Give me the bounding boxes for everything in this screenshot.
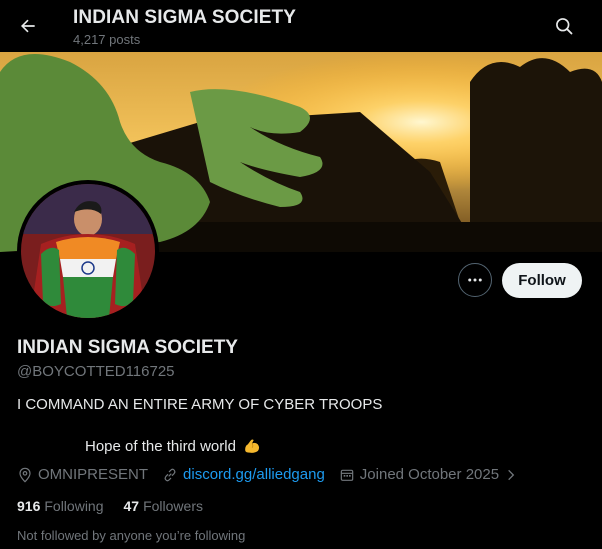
chevron-right-icon[interactable] [504, 468, 518, 482]
website-link[interactable]: discord.gg/alliedgang [183, 466, 325, 483]
avatar[interactable] [21, 184, 155, 318]
user-handle: @BOYCOTTED116725 [17, 363, 175, 380]
bio-line-2-text: Hope of the third world [85, 437, 236, 455]
location: OMNIPRESENT [17, 466, 148, 483]
search-button[interactable] [550, 12, 578, 40]
followers-count: 47 [123, 498, 140, 514]
back-button[interactable] [14, 12, 42, 40]
following-count: 916 [17, 498, 41, 514]
following-stat[interactable]: 916 Following [17, 498, 104, 514]
follow-stats: 916 Following 47 Followers [17, 498, 203, 514]
followers-label: Followers [143, 498, 203, 514]
follow-button[interactable]: Follow [502, 263, 582, 298]
location-text: OMNIPRESENT [38, 466, 149, 483]
website[interactable]: discord.gg/alliedgang [162, 466, 325, 483]
bio-line-1: I COMMAND AN ENTIRE ARMY OF CYBER TROOPS [17, 396, 383, 413]
bio-line-2: Hope of the third world [85, 436, 262, 456]
profile-meta: OMNIPRESENT discord.gg/alliedgang Joined… [17, 466, 532, 483]
arrow-left-icon [21, 19, 35, 33]
following-label: Following [44, 498, 104, 514]
top-bar: INDIAN SIGMA SOCIETY 4,217 posts [0, 0, 602, 52]
search-icon [556, 18, 573, 35]
calendar-icon [340, 469, 354, 481]
link-icon [164, 468, 176, 481]
join-date-text: Joined October 2025 [359, 466, 500, 483]
header-title: INDIAN SIGMA SOCIETY [73, 7, 296, 28]
posts-count: 4,217 posts [73, 32, 141, 47]
more-options-button[interactable] [458, 263, 492, 297]
followers-stat[interactable]: 47 Followers [124, 498, 203, 514]
flexed-biceps-icon [245, 439, 260, 453]
location-pin-icon [19, 467, 31, 482]
join-date: Joined October 2025 [339, 466, 518, 483]
display-name: INDIAN SIGMA SOCIETY [17, 337, 238, 358]
more-dots-icon [468, 278, 482, 282]
followed-by-note: Not followed by anyone you’re following [17, 528, 246, 543]
avatar-image [21, 184, 155, 318]
